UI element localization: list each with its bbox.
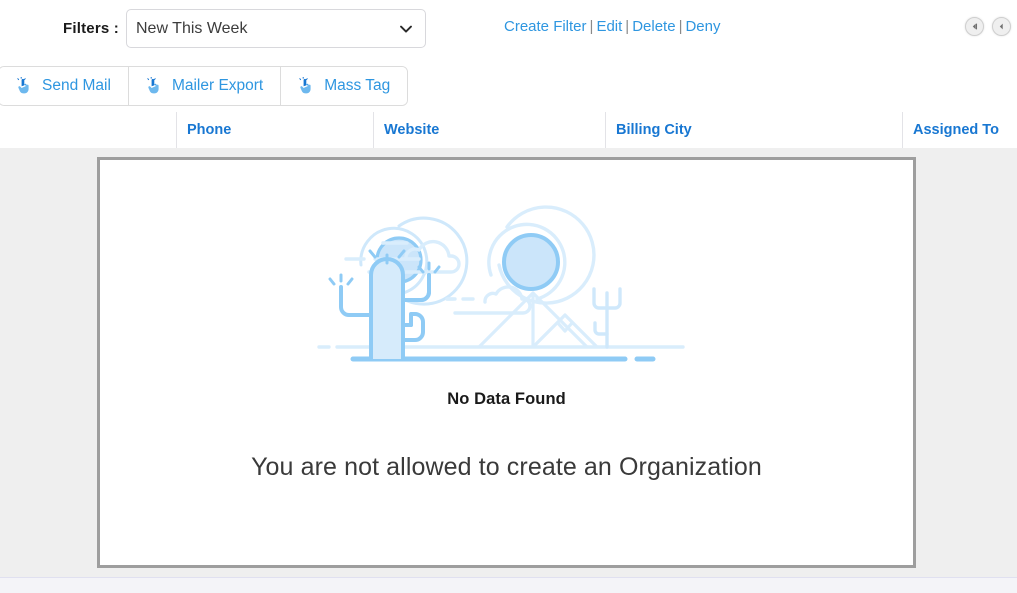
create-filter-link[interactable]: Create Filter (504, 18, 587, 35)
panel-toggle-group (965, 17, 1011, 36)
organizations-list-page: Filters : New This Week Create Filter | Ed… (0, 0, 1017, 593)
filter-select[interactable]: New This Week (126, 9, 426, 48)
send-mail-label: Send Mail (42, 77, 111, 94)
desert-cactus-sun-illustration (307, 197, 707, 382)
grid-header-row: Phone Website Billing City Assigned To (0, 112, 1017, 149)
collapse-left-icon[interactable] (965, 17, 984, 36)
empty-state-content: No Data Found You are not allowed to cre… (100, 160, 913, 565)
link-separator: | (589, 18, 594, 35)
filters-label: Filters : (63, 20, 119, 37)
bottom-status-strip (0, 577, 1017, 593)
collapse-left-icon[interactable] (992, 17, 1011, 36)
column-header-website[interactable]: Website (373, 112, 605, 148)
permission-message: You are not allowed to create an Organiz… (251, 453, 762, 481)
column-header-assigned-to[interactable]: Assigned To (902, 112, 1017, 148)
send-mail-button[interactable]: Send Mail (0, 67, 129, 105)
mass-tag-button[interactable]: Mass Tag (281, 67, 408, 105)
empty-state-card: No Data Found You are not allowed to cre… (97, 157, 916, 568)
mailer-export-label: Mailer Export (171, 77, 264, 94)
tap-hand-icon (16, 76, 31, 95)
deny-filter-link[interactable]: Deny (685, 18, 720, 35)
filter-select-wrapper: New This Week (126, 9, 426, 48)
no-data-title: No Data Found (447, 390, 566, 408)
edit-filter-link[interactable]: Edit (596, 18, 622, 35)
mailer-export-button[interactable]: Mailer Export (128, 67, 282, 105)
filter-actions: Create Filter | Edit | Delete | Deny (504, 18, 721, 35)
action-toolbar: Send Mail Mailer Export Mass Tag (0, 57, 1017, 112)
column-header-billing-city[interactable]: Billing City (605, 112, 902, 148)
link-separator: | (678, 18, 683, 35)
link-separator: | (625, 18, 630, 35)
column-header-blank[interactable] (0, 112, 176, 148)
tap-hand-icon (298, 76, 313, 95)
action-button-group: Send Mail Mailer Export Mass Tag (0, 66, 409, 106)
delete-filter-link[interactable]: Delete (632, 18, 675, 35)
mass-tag-label: Mass Tag (324, 77, 391, 94)
grid-body: No Data Found You are not allowed to cre… (0, 148, 1017, 577)
column-header-phone[interactable]: Phone (176, 112, 373, 148)
tap-hand-icon (146, 76, 161, 95)
filter-bar: Filters : New This Week Create Filter | Ed… (0, 0, 1017, 58)
